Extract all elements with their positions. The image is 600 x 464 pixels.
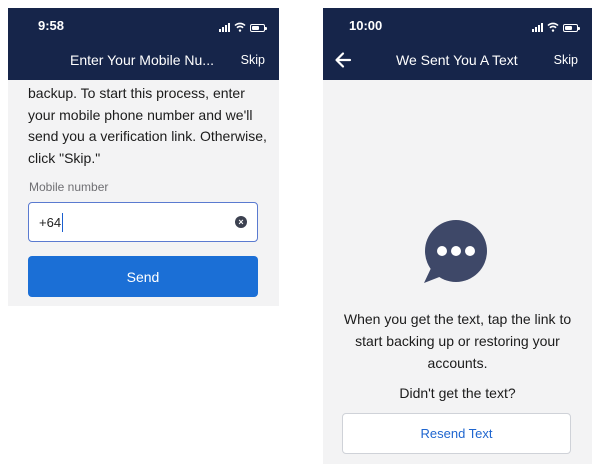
signal-icon: [532, 22, 543, 32]
battery-icon: [563, 24, 580, 32]
text-sent-screen: 10:00 We Sent You A Text Skip When you g…: [323, 8, 592, 464]
resend-text-button[interactable]: Resend Text: [342, 413, 571, 454]
page-title: We Sent You A Text: [396, 52, 518, 68]
skip-button[interactable]: Skip: [241, 53, 265, 67]
mobile-number-label: Mobile number: [29, 180, 109, 194]
header-bar: 10:00 We Sent You A Text Skip: [323, 8, 592, 80]
signal-icon: [219, 22, 230, 32]
mobile-number-value: +64: [39, 215, 62, 230]
status-icons: [532, 20, 580, 32]
status-time: 9:58: [38, 18, 65, 33]
page-title: Enter Your Mobile Nu...: [70, 52, 214, 68]
wifi-icon: [234, 22, 246, 32]
enter-mobile-number-screen: 9:58 Enter Your Mobile Nu... Skip backup…: [8, 8, 279, 306]
send-button[interactable]: Send: [28, 256, 258, 297]
battery-icon: [250, 24, 267, 32]
didnt-get-text-label: Didn't get the text?: [399, 385, 516, 401]
wifi-icon: [547, 22, 559, 32]
clear-input-icon[interactable]: ×: [235, 216, 247, 228]
chat-bubble-icon: [424, 220, 487, 283]
skip-button[interactable]: Skip: [554, 53, 578, 67]
header-bar: 9:58 Enter Your Mobile Nu... Skip: [8, 8, 279, 80]
text-caret: [62, 213, 63, 232]
mobile-number-input[interactable]: +64 ×: [28, 202, 258, 242]
status-icons: [219, 20, 267, 32]
back-arrow-icon[interactable]: [333, 50, 353, 70]
instruction-text: backup. To start this process, enter you…: [28, 85, 267, 166]
instruction-text: When you get the text, tap the link to s…: [343, 311, 572, 371]
status-time: 10:00: [349, 18, 383, 33]
